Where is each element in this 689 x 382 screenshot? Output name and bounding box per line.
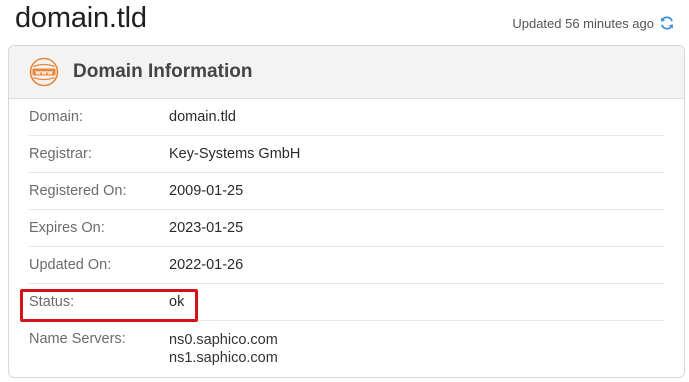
- row-label: Registered On:: [29, 183, 127, 199]
- page-title: domain.tld: [15, 2, 147, 34]
- updated-text: Updated 56 minutes ago: [512, 15, 654, 31]
- svg-text:www: www: [35, 68, 53, 76]
- row-label: Updated On:: [29, 257, 112, 273]
- card-header: www Domain Information: [9, 46, 684, 99]
- refresh-icon[interactable]: [659, 15, 675, 31]
- row-value: 2009-01-25: [169, 183, 244, 199]
- row-value: 2022-01-26: [169, 257, 244, 273]
- domain-info-card: www Domain Information Domain: domain.tl…: [8, 45, 685, 378]
- name-server: ns0.saphico.com: [169, 332, 278, 348]
- row-value: 2023-01-25: [169, 220, 244, 236]
- row-label: Domain:: [29, 109, 83, 125]
- row-registrar: Registrar: Key-Systems GmbH: [29, 136, 664, 173]
- row-label: Name Servers:: [29, 331, 126, 347]
- status-value: ok: [169, 294, 185, 310]
- row-status: Status: ok: [29, 284, 664, 321]
- row-expires-on: Expires On: 2023-01-25: [29, 210, 664, 247]
- row-name-servers: Name Servers: ns0.saphico.com ns1.saphic…: [29, 321, 664, 376]
- row-label: Status:: [29, 294, 75, 310]
- name-server-list: ns0.saphico.com ns1.saphico.com: [169, 331, 278, 367]
- row-value: Key-Systems GmbH: [169, 146, 301, 162]
- row-label: Expires On:: [29, 220, 105, 236]
- name-server: ns1.saphico.com: [169, 350, 278, 366]
- row-registered-on: Registered On: 2009-01-25: [29, 173, 664, 210]
- www-icon: www: [29, 57, 59, 87]
- last-updated: Updated 56 minutes ago: [512, 15, 675, 31]
- row-value: domain.tld: [169, 109, 236, 125]
- card-title: Domain Information: [73, 61, 253, 82]
- row-domain: Domain: domain.tld: [29, 99, 664, 136]
- row-label: Registrar:: [29, 146, 92, 162]
- row-updated-on: Updated On: 2022-01-26: [29, 247, 664, 284]
- domain-info-table: Domain: domain.tld Registrar: Key-System…: [29, 99, 664, 376]
